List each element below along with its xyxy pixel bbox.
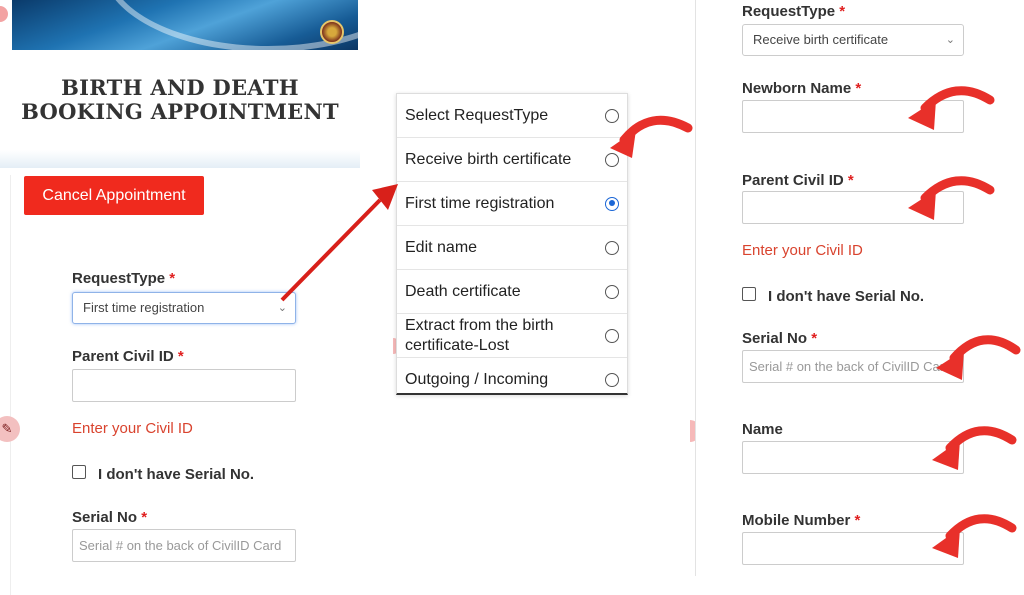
- request-type-select[interactable]: First time registration ⌄: [72, 292, 296, 324]
- request-type-label-text: RequestType: [72, 270, 166, 287]
- dropdown-option-death-certificate[interactable]: Death certificate: [397, 270, 627, 314]
- right-no-serial-checkbox[interactable]: [742, 287, 756, 301]
- right-request-type-label-text: RequestType: [742, 3, 836, 20]
- mobile-number-label: Mobile Number *: [742, 512, 860, 529]
- right-request-type-selected-value: Receive birth certificate: [753, 32, 889, 47]
- serial-no-label: Serial No *: [72, 509, 147, 526]
- newborn-name-label: Newborn Name *: [742, 80, 861, 97]
- required-mark: *: [177, 348, 184, 365]
- option-label: Death certificate: [405, 282, 521, 300]
- right-serial-no-input[interactable]: Serial # on the back of CivilID Card: [742, 350, 964, 383]
- page-title-line-1: BIRTH AND DEATH: [61, 75, 299, 100]
- required-mark: *: [855, 80, 862, 97]
- parent-civil-id-label: Parent Civil ID *: [72, 348, 184, 365]
- no-serial-label: I don't have Serial No.: [98, 466, 255, 483]
- right-civil-id-help-text: Enter your Civil ID: [742, 242, 863, 259]
- chevron-down-icon: ⌄: [945, 34, 955, 46]
- newborn-name-input[interactable]: [742, 100, 964, 133]
- scroll-indicator-dot: [0, 6, 8, 22]
- right-request-type-label: RequestType *: [742, 3, 845, 20]
- right-no-serial-label: I don't have Serial No.: [768, 288, 925, 305]
- required-mark: *: [169, 270, 176, 287]
- radio-button[interactable]: [605, 328, 619, 343]
- serial-no-input[interactable]: Serial # on the back of CivilID Card: [72, 529, 296, 562]
- parent-civil-id-input[interactable]: [72, 369, 296, 402]
- radio-button[interactable]: [605, 373, 619, 387]
- mobile-number-input[interactable]: [742, 532, 964, 565]
- option-label: Extract from the birth certificate-Lost: [405, 316, 554, 354]
- serial-no-label-text: Serial No: [72, 509, 138, 526]
- dropdown-option-select-requesttype[interactable]: Select RequestType: [397, 94, 627, 138]
- option-label: Edit name: [405, 238, 478, 256]
- right-request-type-select[interactable]: Receive birth certificate ⌄: [742, 24, 964, 56]
- right-serial-no-label: Serial No *: [742, 330, 817, 347]
- cancel-appointment-button[interactable]: Cancel Appointment: [24, 176, 204, 215]
- radio-button[interactable]: [605, 240, 619, 255]
- option-label: Receive birth certificate: [405, 150, 572, 168]
- page-title: BIRTH AND DEATH BOOKING APPOINTMENT: [0, 76, 360, 124]
- option-label: Select RequestType: [405, 106, 549, 124]
- emblem-icon: [320, 20, 344, 44]
- page-title-line-2: BOOKING APPOINTMENT: [21, 99, 339, 124]
- right-parent-civil-id-label: Parent Civil ID *: [742, 172, 854, 189]
- radio-button[interactable]: [605, 108, 619, 123]
- option-label: First time registration: [405, 194, 555, 212]
- chevron-down-icon: ⌄: [277, 302, 287, 314]
- dropdown-option-receive-birth-certificate[interactable]: Receive birth certificate: [397, 138, 627, 182]
- parent-civil-id-label-text: Parent Civil ID: [72, 348, 174, 365]
- right-serial-no-label-text: Serial No: [742, 330, 808, 347]
- left-form-panel: BIRTH AND DEATH BOOKING APPOINTMENT Canc…: [0, 0, 360, 595]
- option-label: Outgoing / Incoming: [405, 371, 549, 388]
- radio-button[interactable]: [605, 284, 619, 299]
- name-label: Name: [742, 421, 783, 438]
- radio-button-selected[interactable]: [605, 196, 619, 211]
- request-type-selected-value: First time registration: [83, 300, 205, 315]
- required-mark: *: [141, 509, 148, 526]
- title-divider: [0, 150, 360, 168]
- newborn-name-label-text: Newborn Name: [742, 80, 852, 97]
- dropdown-option-first-time-registration[interactable]: First time registration: [397, 182, 627, 226]
- dropdown-option-extract-birth-certificate-lost[interactable]: Extract from the birth certificate-Lost: [397, 314, 627, 358]
- required-mark: *: [854, 512, 861, 529]
- required-mark: *: [847, 172, 854, 189]
- name-label-text: Name: [742, 421, 783, 438]
- mobile-number-label-text: Mobile Number: [742, 512, 851, 529]
- request-type-label: RequestType *: [72, 270, 175, 287]
- right-parent-civil-id-label-text: Parent Civil ID: [742, 172, 844, 189]
- right-parent-civil-id-input[interactable]: [742, 191, 964, 224]
- dropdown-option-outgoing-incoming[interactable]: Outgoing / Incoming: [397, 358, 627, 402]
- header-banner: [12, 0, 358, 50]
- name-input[interactable]: [742, 441, 964, 474]
- required-mark: *: [839, 3, 846, 20]
- civil-id-help-text: Enter your Civil ID: [72, 420, 193, 437]
- dropdown-option-edit-name[interactable]: Edit name: [397, 226, 627, 270]
- required-mark: *: [811, 330, 818, 347]
- request-type-dropdown: Select RequestType Receive birth certifi…: [396, 93, 628, 395]
- no-serial-checkbox[interactable]: [72, 465, 86, 479]
- radio-button[interactable]: [605, 152, 619, 167]
